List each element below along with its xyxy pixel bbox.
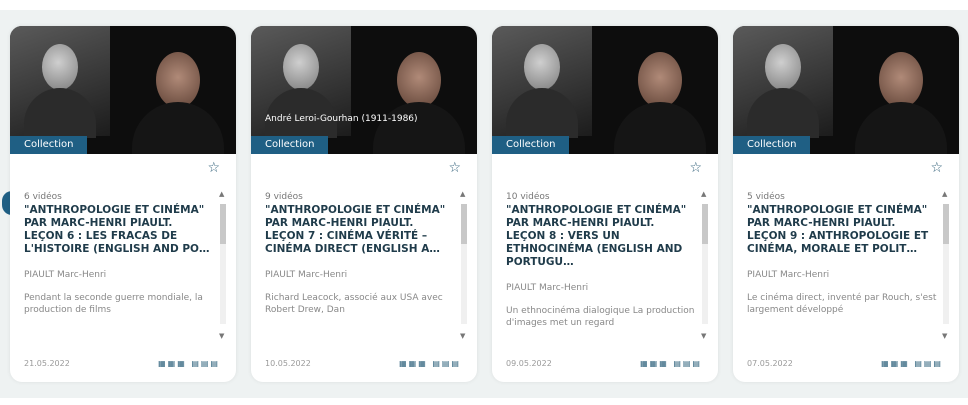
thumbnail[interactable]: Collection <box>733 26 959 154</box>
card-title[interactable]: "ANTHROPOLOGIE ET CINÉMA" PAR MARC-HENRI… <box>506 204 696 269</box>
scroll-up-icon[interactable]: ▲ <box>219 190 224 198</box>
scroll-down-icon[interactable]: ▼ <box>219 332 224 340</box>
star-icon[interactable]: ☆ <box>448 160 461 176</box>
video-count: 10 vidéos <box>506 192 550 202</box>
card-title[interactable]: "ANTHROPOLOGIE ET CINÉMA" PAR MARC-HENRI… <box>265 204 455 256</box>
date: 07.05.2022 <box>747 359 793 368</box>
image-caption: André Leroi-Gourhan (1911-1986) <box>265 114 418 124</box>
collection-card[interactable]: Collection ☆ 6 vidéos "ANTHROPOLOGIE ET … <box>10 26 236 382</box>
author[interactable]: PIAULT Marc-Henri <box>506 283 696 293</box>
collection-tag: Collection <box>10 136 88 154</box>
date: 21.05.2022 <box>24 359 70 368</box>
description: Un ethnocinéma dialogique La production … <box>506 306 695 328</box>
video-count: 9 vidéos <box>265 192 303 202</box>
card-content: 6 vidéos "ANTHROPOLOGIE ET CINÉMA" PAR M… <box>24 192 214 316</box>
scroll-up-icon[interactable]: ▲ <box>460 190 465 198</box>
scroll-down-icon[interactable]: ▼ <box>460 332 465 340</box>
collection-tag: Collection <box>733 136 811 154</box>
author[interactable]: PIAULT Marc-Henri <box>265 270 455 280</box>
card-content: 10 vidéos "ANTHROPOLOGIE ET CINÉMA" PAR … <box>506 192 696 329</box>
date: 09.05.2022 <box>506 359 552 368</box>
media-icons: ▦▦▦ ▤▤▤ <box>158 359 220 368</box>
card-content: 5 vidéos "ANTHROPOLOGIE ET CINÉMA" PAR M… <box>747 192 937 316</box>
card-title[interactable]: "ANTHROPOLOGIE ET CINÉMA" PAR MARC-HENRI… <box>24 204 214 256</box>
collection-card[interactable]: Collection ☆ 10 vidéos "ANTHROPOLOGIE ET… <box>492 26 718 382</box>
scrollbar[interactable]: ▲ ▼ <box>941 190 951 340</box>
speaker-image <box>851 46 951 154</box>
portrait-image <box>10 26 110 138</box>
date: 10.05.2022 <box>265 359 311 368</box>
collection-tag: Collection <box>492 136 570 154</box>
video-count: 6 vidéos <box>24 192 62 202</box>
scrollbar[interactable]: ▲ ▼ <box>459 190 469 340</box>
media-icons: ▦▦▦ ▤▤▤ <box>399 359 461 368</box>
description: Richard Leacock, associé aux USA avec Ro… <box>265 293 443 315</box>
author[interactable]: PIAULT Marc-Henri <box>24 270 214 280</box>
star-icon[interactable]: ☆ <box>689 160 702 176</box>
media-icons: ▦▦▦ ▤▤▤ <box>881 359 943 368</box>
card-content: 9 vidéos "ANTHROPOLOGIE ET CINÉMA" PAR M… <box>265 192 455 316</box>
portrait-image <box>492 26 592 138</box>
thumbnail[interactable]: André Leroi-Gourhan (1911-1986) Collecti… <box>251 26 477 154</box>
card-title[interactable]: "ANTHROPOLOGIE ET CINÉMA" PAR MARC-HENRI… <box>747 204 937 256</box>
star-icon[interactable]: ☆ <box>930 160 943 176</box>
speaker-image <box>128 46 228 154</box>
speaker-image <box>369 46 469 154</box>
carousel: ‹ Collection ☆ 6 vidéos "ANTHROPOLOGIE E… <box>0 10 968 398</box>
description: Pendant la seconde guerre mondiale, la p… <box>24 293 203 315</box>
thumbnail[interactable]: Collection <box>10 26 236 154</box>
collection-card[interactable]: Collection ☆ 5 vidéos "ANTHROPOLOGIE ET … <box>733 26 959 382</box>
star-icon[interactable]: ☆ <box>207 160 220 176</box>
collection-card[interactable]: André Leroi-Gourhan (1911-1986) Collecti… <box>251 26 477 382</box>
scrollbar[interactable]: ▲ ▼ <box>218 190 228 340</box>
scrollbar[interactable]: ▲ ▼ <box>700 190 710 340</box>
collection-tag: Collection <box>251 136 329 154</box>
scroll-up-icon[interactable]: ▲ <box>701 190 706 198</box>
video-count: 5 vidéos <box>747 192 785 202</box>
media-icons: ▦▦▦ ▤▤▤ <box>640 359 702 368</box>
thumbnail[interactable]: Collection <box>492 26 718 154</box>
scroll-down-icon[interactable]: ▼ <box>701 332 706 340</box>
scroll-down-icon[interactable]: ▼ <box>942 332 947 340</box>
scroll-up-icon[interactable]: ▲ <box>942 190 947 198</box>
speaker-image <box>610 46 710 154</box>
description: Le cinéma direct, inventé par Rouch, s'e… <box>747 293 937 315</box>
author[interactable]: PIAULT Marc-Henri <box>747 270 937 280</box>
portrait-image <box>733 26 833 138</box>
